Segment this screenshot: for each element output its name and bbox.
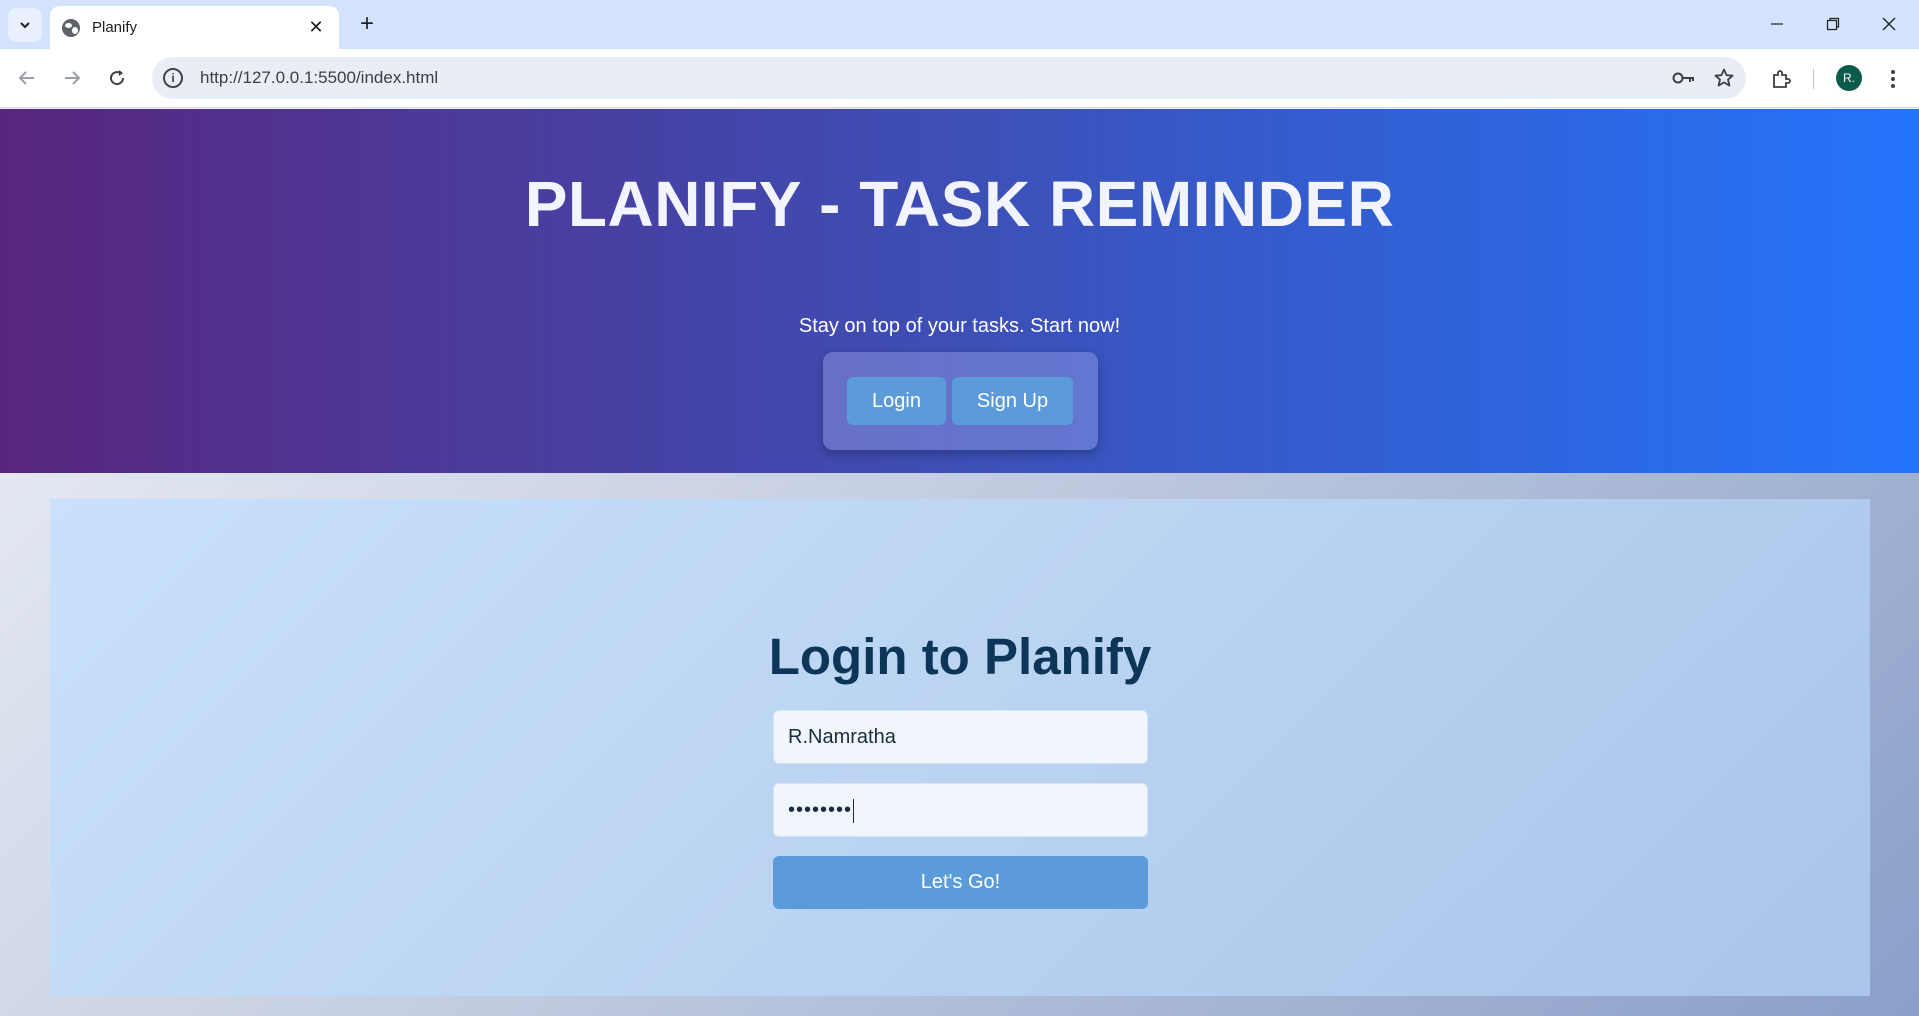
menu-icon[interactable] [1875, 61, 1911, 97]
page-title: PLANIFY - TASK REMINDER [524, 168, 1395, 240]
star-icon[interactable] [1706, 60, 1742, 96]
back-icon[interactable] [10, 61, 44, 95]
text-caret [853, 798, 855, 823]
globe-icon [62, 18, 80, 37]
forward-icon[interactable] [55, 61, 89, 95]
username-input[interactable]: R.Namratha [773, 710, 1148, 764]
minimize-icon[interactable] [1755, 8, 1799, 40]
plus-icon[interactable]: + [352, 10, 382, 40]
tab-strip: Planify ✕ + [0, 0, 1919, 49]
avatar[interactable]: R. [1836, 65, 1862, 91]
browser-tab[interactable]: Planify ✕ [50, 6, 339, 49]
close-window-icon[interactable] [1867, 8, 1911, 40]
auth-buttons-box: Login Sign Up [823, 352, 1098, 450]
password-value: •••••••• [788, 799, 853, 821]
close-icon[interactable]: ✕ [305, 17, 327, 38]
toolbar-divider [1813, 69, 1814, 89]
submit-button[interactable]: Let's Go! [773, 856, 1148, 909]
restore-icon[interactable] [1811, 8, 1855, 40]
url-text[interactable]: http://127.0.0.1:5500/index.html [200, 68, 1666, 88]
login-panel: Login to Planify R.Namratha •••••••• Let… [50, 499, 1870, 996]
tab-search-icon[interactable] [8, 8, 42, 42]
username-value: R.Namratha [788, 726, 896, 748]
extensions-icon[interactable] [1763, 61, 1799, 97]
page-content: PLANIFY - TASK REMINDER Stay on top of y… [0, 109, 1919, 1016]
password-input[interactable]: •••••••• [773, 783, 1148, 837]
login-title: Login to Planify [768, 628, 1152, 685]
key-icon[interactable] [1666, 60, 1702, 96]
reload-icon[interactable] [100, 61, 134, 95]
info-icon[interactable]: i [163, 68, 183, 88]
login-button[interactable]: Login [847, 377, 946, 425]
browser-toolbar: i http://127.0.0.1:5500/index.html R. [0, 49, 1919, 108]
hero-subtitle: Stay on top of your tasks. Start now! [798, 315, 1121, 337]
hero-banner: PLANIFY - TASK REMINDER Stay on top of y… [0, 109, 1919, 473]
tab-title: Planify [92, 19, 138, 36]
address-bar[interactable]: i http://127.0.0.1:5500/index.html [152, 57, 1746, 99]
signup-button[interactable]: Sign Up [952, 377, 1073, 425]
